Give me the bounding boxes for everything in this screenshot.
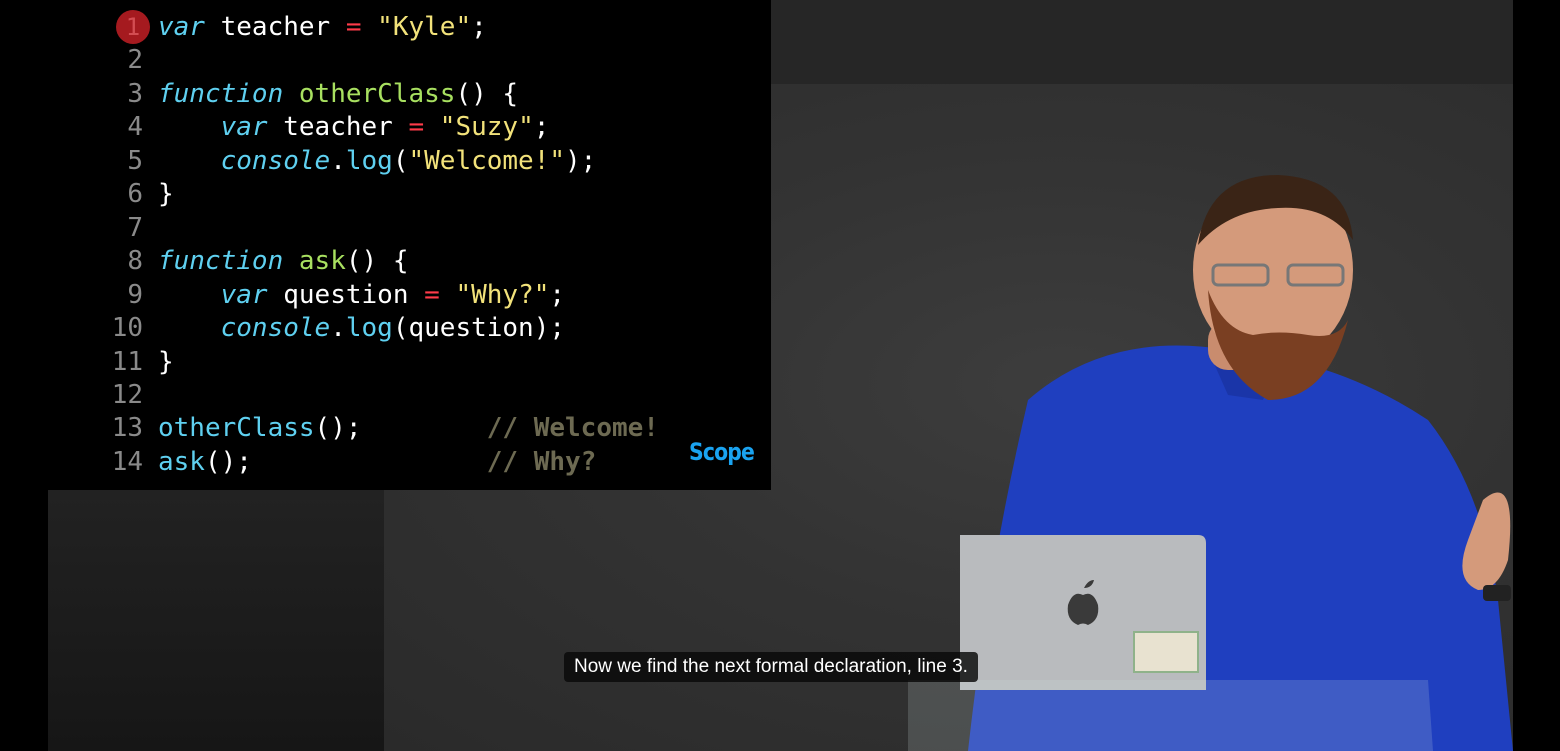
code-token: ; (549, 279, 566, 310)
code-line: 2 (48, 43, 771, 77)
line-number: 12 (111, 379, 143, 410)
code-line: 11} (48, 345, 771, 379)
code-line: 3 function otherClass() { (48, 77, 771, 111)
line-number: 7 (127, 212, 143, 243)
code-token: console (220, 145, 331, 176)
code-line: 1var teacher = "Kyle"; (48, 10, 771, 44)
line-code: var teacher = "Kyle"; (158, 10, 487, 44)
code-line: 7 (48, 211, 771, 245)
code-token: = (424, 279, 440, 310)
code-token: otherClass (158, 413, 315, 444)
code-token: ; (471, 12, 487, 42)
code-line: 14 ask(); // Why? (48, 445, 771, 479)
code-token: otherClass (298, 78, 456, 109)
code-token: . (330, 313, 346, 344)
line-code: console.log("Welcome!"); (158, 144, 597, 178)
line-code: otherClass(); // Welcome! (158, 411, 659, 445)
presenter-watch (1483, 585, 1511, 601)
code-token: } (158, 179, 174, 210)
laptop-sticker (1133, 631, 1199, 673)
code-token: "Why?" (455, 279, 550, 310)
line-number: 2 (127, 45, 143, 76)
code-line: 6} (48, 177, 771, 211)
line-number: 8 (127, 246, 143, 277)
code-token: var (220, 279, 268, 310)
code-token: // Why? (486, 446, 597, 477)
code-token: console (220, 313, 331, 344)
line-code: ask(); // Why? (158, 445, 596, 479)
video-player[interactable]: 1 1var teacher = "Kyle";23function other… (0, 0, 1560, 751)
code-token: ask (158, 446, 205, 477)
line-number: 3 (127, 78, 143, 109)
line-number: 4 (127, 112, 143, 143)
line-code: } (158, 177, 174, 211)
line-number: 9 (127, 279, 143, 310)
code-line: 12 (48, 378, 771, 412)
code-token: function (158, 246, 284, 277)
code-line: 8 function ask() { (48, 244, 771, 278)
code-token: log (345, 313, 393, 344)
code-token: ); (565, 145, 597, 176)
line-number: 13 (111, 413, 143, 444)
line-code: var teacher = "Suzy"; (158, 110, 550, 144)
room-background-left (48, 490, 384, 751)
room-background-top (770, 0, 1513, 84)
code-token: function (158, 78, 284, 109)
code-token: (question); (392, 313, 566, 344)
code-token: = (408, 112, 425, 143)
code-token: teacher (267, 112, 409, 143)
line-number: 5 (127, 145, 143, 176)
line-number: 14 (111, 446, 143, 477)
code-token: teacher (204, 12, 346, 42)
code-line: 10 console.log(question); (48, 311, 771, 345)
code-slide: 1 1var teacher = "Kyle";23function other… (48, 0, 771, 490)
code-token: ; (533, 112, 550, 143)
line-number: 6 (127, 179, 143, 210)
code-line: 13 otherClass(); // Welcome! (48, 411, 771, 445)
code-token: ( (392, 145, 409, 176)
podium-edge (908, 680, 1433, 751)
caption-text: Now we find the next formal declaration,… (564, 652, 978, 682)
code-token: () { (345, 246, 409, 277)
slide-section-label: Scope (689, 438, 755, 466)
code-token: () { (455, 78, 519, 109)
code-token: "Kyle" (377, 12, 472, 42)
line-code: function ask() { (158, 244, 408, 278)
line-code: } (158, 345, 174, 379)
code-token: = (345, 12, 362, 42)
code-token: question (267, 279, 425, 310)
code-token: "Welcome!" (408, 145, 566, 176)
line-number: 10 (111, 313, 143, 344)
code-line: 5 console.log("Welcome!"); (48, 144, 771, 178)
code-line: 9 var question = "Why?"; (48, 278, 771, 312)
line-code: var question = "Why?"; (158, 278, 565, 312)
code-token: ask (298, 246, 346, 277)
line-number: 11 (111, 346, 143, 377)
line-code: function otherClass() { (158, 77, 518, 111)
code-token: var (158, 12, 205, 42)
code-token: . (330, 145, 346, 176)
code-token: "Suzy" (439, 112, 534, 143)
code-line: 4 var teacher = "Suzy"; (48, 110, 771, 144)
code-token: var (220, 112, 268, 143)
presenter-figure (908, 175, 1513, 751)
code-token: // Welcome! (486, 413, 659, 444)
line-code: console.log(question); (158, 311, 565, 345)
code-token: (); (314, 413, 362, 444)
code-token: log (345, 145, 393, 176)
code-token: } (158, 346, 174, 377)
code-token: (); (204, 446, 252, 477)
